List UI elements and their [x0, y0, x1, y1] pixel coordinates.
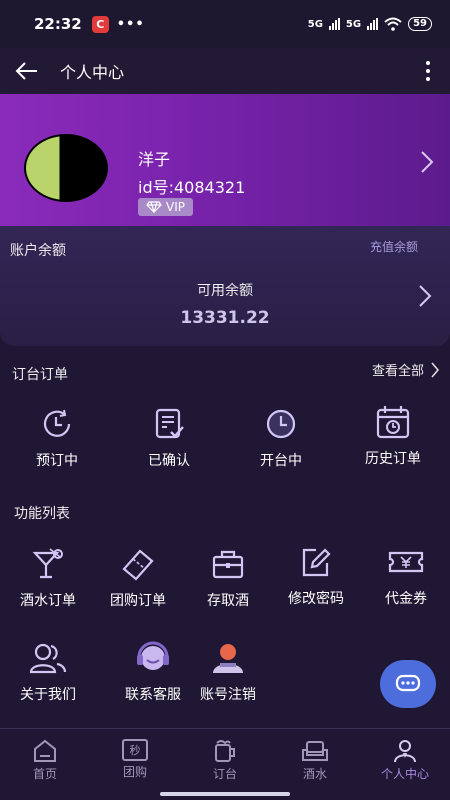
tabbar-divider [0, 728, 450, 729]
person-icon [394, 740, 416, 763]
order-item-open[interactable]: 开台中 [236, 406, 326, 470]
view-all-label: 查看全部 [371, 364, 424, 379]
voucher-icon [386, 544, 426, 580]
status-indicators: 5G 5G 59 [308, 17, 432, 31]
vip-label: VIP [166, 200, 185, 214]
avatar[interactable] [24, 134, 108, 202]
battery-icon: 59 [408, 17, 432, 31]
chevron-right-icon[interactable] [418, 284, 432, 308]
chevron-right-icon[interactable] [420, 150, 434, 174]
document-check-icon [149, 406, 189, 442]
feature-label: 联系客服 [125, 687, 181, 703]
user-cancel-icon [208, 640, 248, 676]
ticket-icon [118, 546, 158, 582]
view-all-orders-link[interactable]: 查看全部 [372, 360, 440, 379]
feature-group-orders[interactable]: 团购订单 [93, 546, 183, 610]
tab-groupbuy[interactable]: 秒 团购 [90, 736, 180, 792]
status-bar: 22:32 C ••• 5G 5G 59 [0, 0, 450, 48]
orders-section-title: 订台订单 [12, 367, 68, 383]
order-item-label: 开台中 [260, 453, 302, 469]
order-item-confirmed[interactable]: 已确认 [124, 406, 214, 470]
clock-refresh-icon [37, 406, 77, 442]
tab-label: 团购 [122, 765, 147, 779]
balance-section-title: 账户余额 [10, 243, 66, 259]
network-type-1: 5G [307, 18, 323, 30]
feature-label: 存取酒 [207, 593, 249, 609]
feature-label: 团购订单 [110, 593, 166, 609]
tab-booking[interactable]: 订台 [180, 736, 270, 792]
edit-icon [296, 544, 336, 580]
feature-label: 修改密码 [288, 591, 344, 607]
bottom-tab-bar: 首页 秒 团购 订台 酒水 个人中心 [0, 736, 450, 792]
page-title: 个人中心 [60, 63, 125, 82]
available-balance-label: 可用余额 [197, 283, 253, 299]
order-item-label: 预订中 [36, 453, 78, 469]
balance-card[interactable]: 账户余额 充值余额 可用余额 13331.22 [0, 226, 450, 346]
signal-icon [328, 18, 340, 30]
chat-fab-button[interactable] [380, 660, 436, 708]
available-balance-value: 13331.22 [180, 308, 270, 328]
network-type-2: 5G [345, 18, 362, 30]
profile-header[interactable]: 洋子 id号:4084321 VIP [0, 94, 450, 226]
feature-label: 代金券 [385, 591, 427, 607]
order-item-history[interactable]: 历史订单 [348, 404, 438, 468]
home-icon [34, 739, 56, 762]
app-notification-icon: C [91, 15, 109, 33]
diamond-icon [146, 201, 162, 213]
tab-drinks[interactable]: 酒水 [270, 736, 360, 792]
tab-profile[interactable]: 个人中心 [360, 736, 450, 792]
cocktail-icon [28, 546, 68, 582]
top-nav-bar: 个人中心 [0, 48, 450, 94]
feature-label: 酒水订单 [20, 593, 76, 609]
signal-icon-2 [367, 18, 379, 30]
feature-label: 账号注销 [200, 687, 256, 703]
arrow-left-icon [15, 62, 37, 80]
back-button[interactable] [12, 56, 42, 86]
tab-home[interactable]: 首页 [0, 736, 90, 792]
vip-badge: VIP [138, 198, 193, 216]
feature-change-password[interactable]: 修改密码 [271, 544, 361, 608]
feature-label: 关于我们 [20, 687, 76, 703]
locker-icon [208, 546, 248, 582]
order-item-label: 历史订单 [365, 451, 421, 467]
groupbuy-icon: 秒 [122, 739, 148, 761]
tab-label: 首页 [32, 767, 57, 781]
profile-id: id号:4084321 [138, 178, 246, 197]
status-time: 22:32 [34, 15, 82, 33]
order-item-label: 已确认 [148, 453, 190, 469]
home-indicator [160, 792, 290, 796]
profile-name: 洋子 [138, 150, 171, 169]
wifi-icon [384, 17, 402, 31]
feature-account-deactivate[interactable]: 账号注销 [183, 640, 273, 704]
people-icon [28, 640, 68, 676]
calendar-history-icon [373, 404, 413, 440]
feature-drink-orders[interactable]: 酒水订单 [3, 546, 93, 610]
more-notifications-icon: ••• [116, 16, 145, 32]
tab-label: 订台 [212, 767, 237, 781]
more-options-button[interactable] [418, 61, 438, 81]
tab-label: 个人中心 [380, 767, 429, 781]
clock-icon [261, 406, 301, 442]
feature-wine-storage[interactable]: 存取酒 [183, 546, 273, 610]
order-item-booking[interactable]: 预订中 [12, 406, 102, 470]
feature-about-us[interactable]: 关于我们 [3, 640, 93, 704]
tab-label: 酒水 [302, 767, 327, 781]
features-section-title: 功能列表 [14, 506, 70, 522]
chat-bubble-icon [395, 674, 421, 692]
headset-icon [133, 640, 173, 676]
sofa-icon [302, 741, 328, 761]
feature-voucher[interactable]: 代金券 [361, 544, 450, 608]
recharge-link[interactable]: 充值余额 [370, 238, 418, 255]
chevron-right-icon [431, 361, 440, 378]
beer-icon [215, 740, 235, 762]
